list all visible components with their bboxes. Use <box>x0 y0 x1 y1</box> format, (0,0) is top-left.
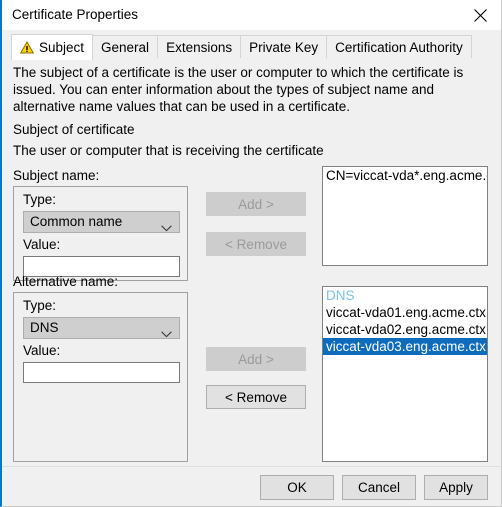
list-item[interactable]: viccat-vda03.eng.acme.ctx <box>323 338 487 355</box>
subject-of-certificate-heading: Subject of certificate <box>13 122 135 137</box>
tab-subject[interactable]: Subject <box>11 34 94 60</box>
tab-extensions-label: Extensions <box>166 40 233 55</box>
subject-remove-button[interactable]: < Remove <box>206 232 306 256</box>
chevron-down-icon <box>161 220 172 235</box>
alternative-name-value-input[interactable] <box>23 362 180 383</box>
list-item[interactable]: viccat-vda02.eng.acme.ctx <box>323 321 487 338</box>
subject-of-certificate-subheading: The user or computer that is receiving t… <box>13 143 324 158</box>
tab-general[interactable]: General <box>92 35 159 59</box>
subject-name-listbox[interactable]: CN=viccat-vda*.eng.acme.ctx <box>322 166 488 266</box>
cancel-button[interactable]: Cancel <box>342 475 416 500</box>
subject-name-type-label: Type: <box>23 192 57 207</box>
alternative-name-listbox[interactable]: DNS viccat-vda01.eng.acme.ctx viccat-vda… <box>322 286 488 462</box>
alternative-name-type-label: Type: <box>23 298 57 313</box>
alternative-name-label: Alternative name: <box>13 274 119 289</box>
apply-button[interactable]: Apply <box>424 475 488 500</box>
tab-general-label: General <box>101 40 150 55</box>
tab-subject-label: Subject <box>39 40 85 55</box>
list-group-header: DNS <box>326 288 355 303</box>
alternative-remove-button[interactable]: < Remove <box>206 385 306 409</box>
list-item[interactable]: CN=viccat-vda*.eng.acme.ctx <box>323 167 487 184</box>
alternative-name-value-field[interactable] <box>24 363 179 382</box>
subject-name-type-select[interactable]: Common name <box>23 211 180 233</box>
tab-certification-authority-label: Certification Authority <box>335 40 463 55</box>
tab-private-key-label: Private Key <box>249 40 319 55</box>
alternative-name-type-value: DNS <box>30 320 59 335</box>
alternative-add-button[interactable]: Add > <box>206 347 306 371</box>
alternative-name-type-select[interactable]: DNS <box>23 317 180 339</box>
close-icon[interactable] <box>458 0 501 29</box>
tab-private-key[interactable]: Private Key <box>240 35 328 59</box>
alternative-name-groupbox: Type: DNS Value: <box>13 292 188 462</box>
list-item[interactable]: viccat-vda01.eng.acme.ctx <box>323 304 487 321</box>
chevron-down-icon <box>161 326 172 341</box>
window-title: Certificate Properties <box>12 7 139 22</box>
title-bar: Certificate Properties <box>2 0 501 31</box>
panel-description: The subject of a certificate is the user… <box>13 65 464 114</box>
certificate-properties-dialog: Certificate Properties Subject General E… <box>0 0 502 507</box>
subject-tab-panel: The subject of a certificate is the user… <box>2 58 501 506</box>
footer-divider <box>2 466 501 467</box>
subject-name-label: Subject name: <box>13 168 100 183</box>
ok-button[interactable]: OK <box>260 475 334 500</box>
subject-name-groupbox: Type: Common name Value: <box>13 186 188 281</box>
subject-add-button[interactable]: Add > <box>206 192 306 216</box>
subject-name-value-label: Value: <box>23 237 61 252</box>
alternative-name-value-label: Value: <box>23 343 61 358</box>
tab-extensions[interactable]: Extensions <box>157 35 242 59</box>
tab-strip: Subject General Extensions Private Key C… <box>2 30 501 60</box>
warning-triangle-icon <box>20 41 34 54</box>
tab-certification-authority[interactable]: Certification Authority <box>326 35 472 59</box>
subject-name-type-value: Common name <box>30 214 123 229</box>
